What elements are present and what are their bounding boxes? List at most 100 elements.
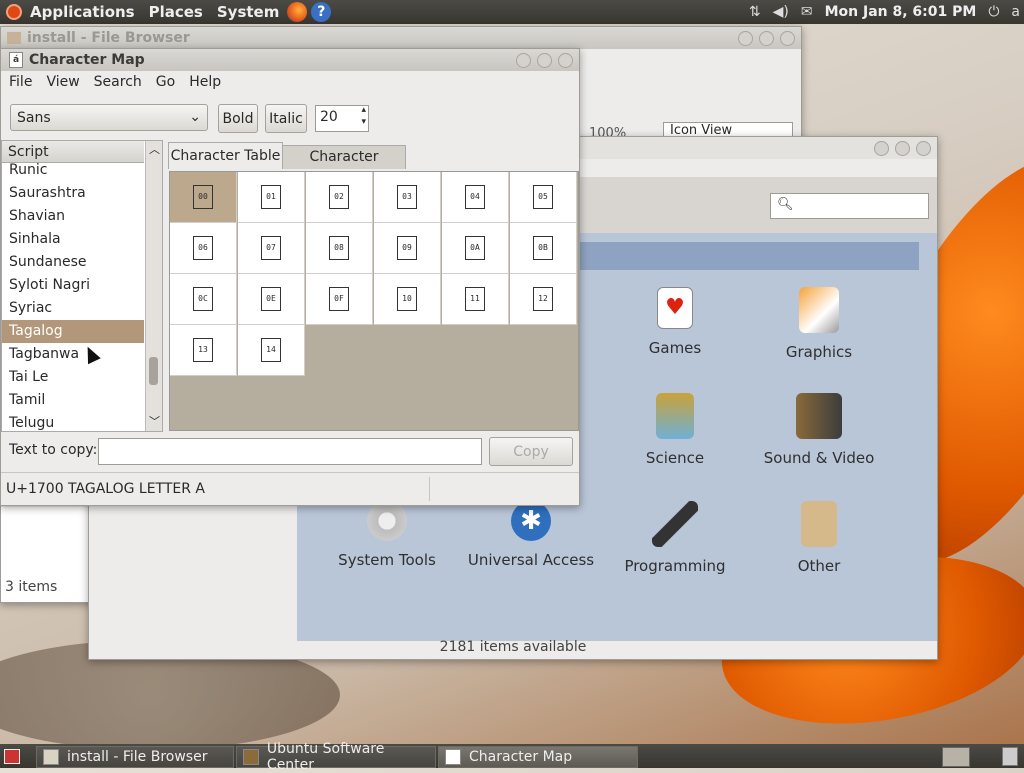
- maximize-button[interactable]: [537, 53, 552, 68]
- maximize-button[interactable]: [759, 31, 774, 46]
- volume-icon[interactable]: ◀): [773, 4, 789, 20]
- close-button[interactable]: [916, 141, 931, 156]
- character-cell[interactable]: 09: [374, 223, 441, 274]
- applications-menu[interactable]: Applications: [30, 3, 135, 21]
- spin-down-icon[interactable]: ▾: [361, 117, 366, 127]
- category-sound-video[interactable]: Sound & Video: [749, 393, 889, 467]
- character-cell[interactable]: 11: [442, 274, 509, 325]
- script-item[interactable]: Saurashtra: [2, 182, 144, 205]
- close-button[interactable]: [780, 31, 795, 46]
- menu-view[interactable]: View: [46, 74, 79, 90]
- character-cell[interactable]: 10: [374, 274, 441, 325]
- character-glyph: 0C: [193, 287, 213, 311]
- bold-button[interactable]: Bold: [218, 104, 258, 133]
- character-grid[interactable]: 00 01 02 03 04 05 06 07 08 09 0A 0B 0C 0E 0F 10 11 12 13 14: [169, 171, 579, 431]
- character-cell[interactable]: 0F: [306, 274, 373, 325]
- character-cell[interactable]: 04: [442, 172, 509, 223]
- character-cell[interactable]: 07: [238, 223, 305, 274]
- text-to-copy-input[interactable]: [98, 438, 482, 465]
- menu-search[interactable]: Search: [94, 74, 142, 90]
- places-menu[interactable]: Places: [149, 3, 203, 21]
- gear-icon: [367, 501, 407, 541]
- taskbar-file-browser[interactable]: install - File Browser: [36, 746, 234, 768]
- character-cell[interactable]: 08: [306, 223, 373, 274]
- user-name[interactable]: a: [1011, 4, 1020, 20]
- character-glyph: 0F: [329, 287, 349, 311]
- script-item[interactable]: Tai Le: [2, 366, 144, 389]
- maximize-button[interactable]: [895, 141, 910, 156]
- character-cell[interactable]: 13: [170, 325, 237, 376]
- network-icon[interactable]: ⇅: [749, 4, 761, 20]
- category-graphics[interactable]: Graphics: [749, 287, 889, 361]
- sound-video-icon: [796, 393, 842, 439]
- box-icon: [801, 501, 837, 547]
- character-cell[interactable]: 0B: [510, 223, 577, 274]
- script-item[interactable]: Syriac: [2, 297, 144, 320]
- minimize-button[interactable]: [874, 141, 889, 156]
- taskbar-character-map[interactable]: Character Map: [438, 746, 638, 768]
- tab-character-table[interactable]: Character Table: [168, 142, 283, 169]
- script-item[interactable]: Shavian: [2, 205, 144, 228]
- menu-go[interactable]: Go: [156, 74, 175, 90]
- help-icon[interactable]: ?: [311, 2, 332, 22]
- category-programming[interactable]: Programming: [605, 501, 745, 575]
- category-system-tools[interactable]: System Tools: [317, 501, 457, 569]
- category-other[interactable]: Other: [749, 501, 889, 575]
- mail-icon[interactable]: ✉: [801, 4, 813, 20]
- status-text: U+1700 TAGALOG LETTER A: [6, 481, 206, 497]
- spin-up-icon[interactable]: ▴: [361, 105, 366, 115]
- character-cell[interactable]: 03: [374, 172, 441, 223]
- search-input[interactable]: 🔍︎: [770, 193, 929, 219]
- category-science[interactable]: Science: [605, 393, 745, 467]
- script-list-scrollbar[interactable]: ︿ ﹀: [145, 141, 162, 431]
- font-size-spinner[interactable]: 20 ▴ ▾: [315, 105, 369, 132]
- menu-help[interactable]: Help: [189, 74, 221, 90]
- character-cell[interactable]: 05: [510, 172, 577, 223]
- power-icon[interactable]: ⏻: [988, 4, 999, 20]
- scroll-down-icon[interactable]: ﹀: [149, 413, 160, 429]
- character-cell[interactable]: 0C: [170, 274, 237, 325]
- scrollbar-thumb[interactable]: [149, 357, 158, 385]
- firefox-icon[interactable]: [287, 2, 308, 22]
- character-cell[interactable]: 14: [238, 325, 305, 376]
- tab-character-details[interactable]: Character Details: [282, 145, 406, 188]
- script-item[interactable]: Runic: [2, 159, 144, 182]
- script-item[interactable]: Telugu: [2, 412, 144, 431]
- character-cell-selected[interactable]: 00: [170, 172, 237, 223]
- copy-button[interactable]: Copy: [489, 437, 573, 466]
- category-universal-access[interactable]: ✱ Universal Access: [461, 501, 601, 569]
- close-button[interactable]: [558, 53, 573, 68]
- character-cell[interactable]: 12: [510, 274, 577, 325]
- minimize-button[interactable]: [738, 31, 753, 46]
- script-list[interactable]: Script Runic Saurashtra Shavian Sinhala …: [1, 140, 163, 432]
- file-browser-titlebar[interactable]: install - File Browser: [1, 27, 801, 49]
- trash-icon[interactable]: [1002, 747, 1018, 766]
- script-item-selected[interactable]: Tagalog: [2, 320, 144, 343]
- clock[interactable]: Mon Jan 8, 6:01 PM: [825, 4, 977, 20]
- show-desktop-icon[interactable]: [4, 749, 20, 764]
- script-item[interactable]: Sundanese: [2, 251, 144, 274]
- script-item[interactable]: Syloti Nagri: [2, 274, 144, 297]
- ubuntu-logo-icon[interactable]: [6, 4, 22, 20]
- character-cell[interactable]: 01: [238, 172, 305, 223]
- script-item[interactable]: Sinhala: [2, 228, 144, 251]
- character-glyph: 05: [533, 185, 553, 209]
- workspace-switcher[interactable]: [942, 747, 970, 767]
- character-cell[interactable]: 02: [306, 172, 373, 223]
- minimize-button[interactable]: [516, 53, 531, 68]
- character-cell[interactable]: 0A: [442, 223, 509, 274]
- italic-button[interactable]: Italic: [265, 104, 307, 133]
- category-games[interactable]: ♥ Games: [605, 287, 745, 357]
- taskbar-software-center[interactable]: Ubuntu Software Center: [236, 741, 436, 773]
- script-item[interactable]: Tamil: [2, 389, 144, 412]
- script-item[interactable]: Tagbanwa: [2, 343, 144, 366]
- character-glyph: 04: [465, 185, 485, 209]
- character-cell[interactable]: 06: [170, 223, 237, 274]
- menu-file[interactable]: File: [9, 74, 32, 90]
- character-glyph: 03: [397, 185, 417, 209]
- system-menu[interactable]: System: [217, 3, 279, 21]
- scroll-up-icon[interactable]: ︿: [149, 141, 160, 157]
- character-map-titlebar[interactable]: á Character Map: [1, 49, 579, 71]
- character-cell[interactable]: 0E: [238, 274, 305, 325]
- font-select[interactable]: Sans ⌄: [10, 104, 208, 131]
